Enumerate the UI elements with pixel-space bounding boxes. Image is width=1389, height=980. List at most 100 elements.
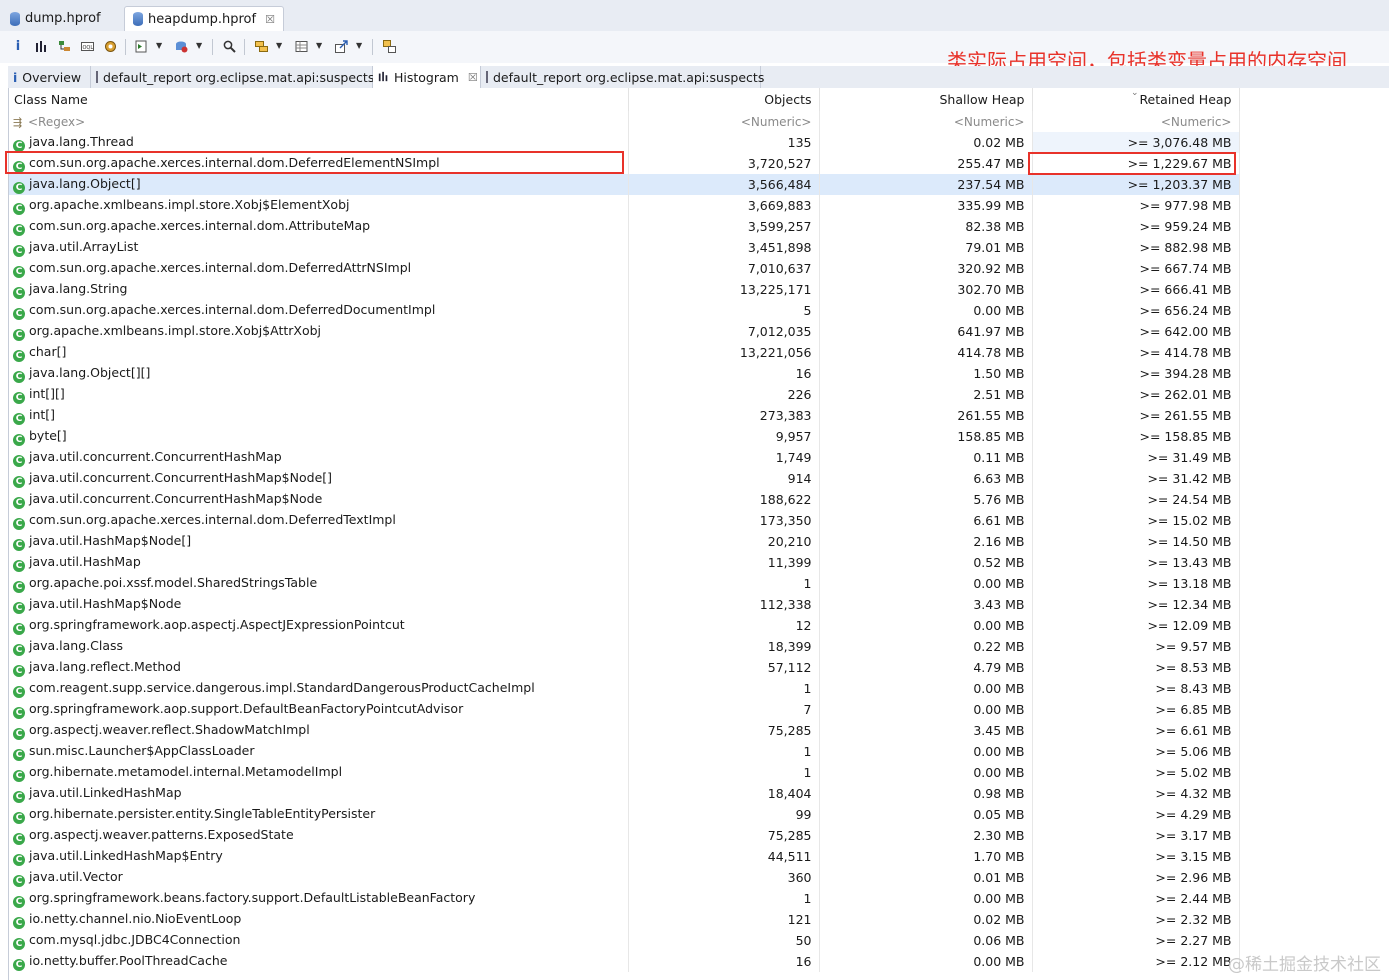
class-name-cell[interactable]: Cjava.util.concurrent.ConcurrentHashMap — [9, 447, 629, 468]
table-row[interactable]: Corg.springframework.aop.aspectj.AspectJ… — [9, 615, 1240, 636]
close-icon[interactable]: ☒ — [265, 13, 275, 26]
class-name-cell[interactable]: Ccom.sun.org.apache.xerces.internal.dom.… — [9, 258, 629, 279]
table-row[interactable]: Corg.aspectj.weaver.reflect.ShadowMatchI… — [9, 720, 1240, 741]
oql-icon[interactable]: OQL — [78, 37, 96, 55]
table-row[interactable]: Cint[][] 226 2.51 MB >= 262.01 MB — [9, 384, 1240, 405]
class-name-cell[interactable]: Cjava.lang.Thread — [9, 132, 629, 153]
chevron-down-icon[interactable]: ▼ — [316, 41, 322, 50]
class-name-cell[interactable]: Cio.netty.channel.nio.NioEventLoop — [9, 909, 629, 930]
table-row[interactable]: Ccom.sun.org.apache.xerces.internal.dom.… — [9, 300, 1240, 321]
chevron-down-icon[interactable]: ▼ — [156, 41, 162, 50]
class-name-cell[interactable]: Cjava.util.Vector — [9, 867, 629, 888]
table-row[interactable]: Cjava.lang.Object[] 3,566,484 237.54 MB >= … — [9, 174, 1240, 195]
editor-tab-dump[interactable]: dump.hprof — [2, 6, 109, 31]
class-name-cell[interactable]: Corg.apache.poi.xssf.model.SharedStrings… — [9, 573, 629, 594]
thread-overview-icon[interactable] — [101, 37, 119, 55]
class-name-cell[interactable]: Corg.hibernate.metamodel.internal.Metamo… — [9, 762, 629, 783]
table-row[interactable]: Cjava.util.Vector 360 0.01 MB >= 2.96 MB — [9, 867, 1240, 888]
class-name-cell[interactable]: Cjava.util.HashMap$Node[] — [9, 531, 629, 552]
regex-filter-cell[interactable]: ⇶ <Regex> — [9, 111, 629, 132]
class-name-cell[interactable]: Ccom.sun.org.apache.xerces.internal.dom.… — [9, 216, 629, 237]
numeric-filter-retained[interactable]: <Numeric> — [1032, 111, 1240, 132]
class-name-cell[interactable]: Cchar[] — [9, 342, 629, 363]
numeric-filter-objects[interactable]: <Numeric> — [628, 111, 820, 132]
table-row[interactable]: Corg.apache.poi.xssf.model.SharedStrings… — [9, 573, 1240, 594]
table-row[interactable]: Corg.hibernate.metamodel.internal.Metamo… — [9, 762, 1240, 783]
class-name-cell[interactable]: Corg.apache.xmlbeans.impl.store.Xobj$Att… — [9, 321, 629, 342]
calculate-retained-icon[interactable] — [292, 37, 310, 55]
class-name-cell[interactable]: Cjava.util.concurrent.ConcurrentHashMap$… — [9, 489, 629, 510]
run-report-icon[interactable] — [132, 37, 150, 55]
info-icon[interactable]: i — [9, 37, 27, 55]
editor-tab-heapdump[interactable]: heapdump.hprof ☒ — [124, 6, 284, 31]
class-name-cell[interactable]: Cjava.lang.reflect.Method — [9, 657, 629, 678]
class-name-cell[interactable]: Cjava.lang.Object[][] — [9, 363, 629, 384]
class-name-cell[interactable]: Ccom.reagent.supp.service.dangerous.impl… — [9, 678, 629, 699]
group-by-icon[interactable] — [252, 37, 270, 55]
table-row[interactable]: Cbyte[] 9,957 158.85 MB >= 158.85 MB — [9, 426, 1240, 447]
class-name-cell[interactable]: Cjava.util.LinkedHashMap$Entry — [9, 846, 629, 867]
class-name-cell[interactable]: Ccom.sun.org.apache.xerces.internal.dom.… — [9, 300, 629, 321]
table-row[interactable]: Cjava.lang.reflect.Method 57,112 4.79 MB >=… — [9, 657, 1240, 678]
table-row[interactable]: Cio.netty.buffer.PoolThreadCache 16 0.00 M… — [9, 951, 1240, 972]
class-name-cell[interactable]: Cjava.util.ArrayList — [9, 237, 629, 258]
table-row[interactable]: Corg.springframework.aop.support.Default… — [9, 699, 1240, 720]
table-row[interactable]: Ccom.mysql.jdbc.JDBC4Connection 50 0.06 MB… — [9, 930, 1240, 951]
numeric-filter-shallow[interactable]: <Numeric> — [819, 111, 1033, 132]
column-header-shallow-heap[interactable]: Shallow Heap — [819, 88, 1033, 111]
class-name-cell[interactable]: Ccom.mysql.jdbc.JDBC4Connection — [9, 930, 629, 951]
class-name-cell[interactable]: Corg.aspectj.weaver.reflect.ShadowMatchI… — [9, 720, 629, 741]
table-row[interactable]: Cint[] 273,383 261.55 MB >= 261.55 MB — [9, 405, 1240, 426]
class-name-cell[interactable]: Csun.misc.Launcher$AppClassLoader — [9, 741, 629, 762]
class-name-cell[interactable]: Corg.springframework.aop.aspectj.AspectJ… — [9, 615, 629, 636]
class-name-cell[interactable]: Corg.aspectj.weaver.patterns.ExposedStat… — [9, 825, 629, 846]
table-row[interactable]: Cjava.util.ArrayList 3,451,898 79.01 MB >= … — [9, 237, 1240, 258]
class-name-cell[interactable]: Corg.springframework.aop.support.Default… — [9, 699, 629, 720]
histogram-icon[interactable] — [32, 37, 50, 55]
class-name-cell[interactable]: Ccom.sun.org.apache.xerces.internal.dom.… — [9, 510, 629, 531]
compare-icon[interactable] — [380, 37, 398, 55]
class-name-cell[interactable]: Corg.apache.xmlbeans.impl.store.Xobj$Ele… — [9, 195, 629, 216]
table-row[interactable]: Cchar[] 13,221,056 414.78 MB >= 414.78 MB — [9, 342, 1240, 363]
query-browser-icon[interactable] — [172, 37, 190, 55]
table-row[interactable]: Ccom.sun.org.apache.xerces.internal.dom.… — [9, 258, 1240, 279]
class-name-cell[interactable]: Cio.netty.buffer.PoolThreadCache — [9, 951, 629, 972]
table-row[interactable]: Corg.hibernate.persister.entity.SingleTa… — [9, 804, 1240, 825]
table-row[interactable]: Corg.aspectj.weaver.patterns.ExposedStat… — [9, 825, 1240, 846]
class-name-cell[interactable]: Cint[][] — [9, 384, 629, 405]
chevron-down-icon[interactable]: ▼ — [196, 41, 202, 50]
class-name-cell[interactable]: Corg.springframework.beans.factory.suppo… — [9, 888, 629, 909]
chevron-down-icon[interactable]: ▼ — [276, 41, 282, 50]
table-row[interactable]: Corg.springframework.beans.factory.suppo… — [9, 888, 1240, 909]
class-name-cell[interactable]: Cjava.lang.Object[] — [9, 174, 629, 195]
chevron-down-icon[interactable]: ▼ — [356, 41, 362, 50]
table-row[interactable]: Cjava.util.HashMap$Node[] 20,210 2.16 MB >=… — [9, 531, 1240, 552]
table-row[interactable]: Cjava.util.HashMap$Node 112,338 3.43 MB >= … — [9, 594, 1240, 615]
tab-default-report-2[interactable]: default_report org.eclipse.mat.api:suspe… — [481, 66, 764, 88]
table-row[interactable]: Ccom.sun.org.apache.xerces.internal.dom.… — [9, 510, 1240, 531]
table-row[interactable]: Ccom.sun.org.apache.xerces.internal.dom.… — [9, 216, 1240, 237]
class-name-cell[interactable]: Cjava.lang.Class — [9, 636, 629, 657]
table-row[interactable]: Cjava.util.LinkedHashMap 18,404 0.98 MB >= … — [9, 783, 1240, 804]
class-name-cell[interactable]: Cjava.util.HashMap — [9, 552, 629, 573]
table-row[interactable]: Cjava.util.LinkedHashMap$Entry 44,511 1.70… — [9, 846, 1240, 867]
column-header-class-name[interactable]: Class Name — [9, 88, 629, 111]
class-name-cell[interactable]: Corg.hibernate.persister.entity.SingleTa… — [9, 804, 629, 825]
table-row[interactable]: Cjava.lang.Class 18,399 0.22 MB >= 9.57 MB — [9, 636, 1240, 657]
table-row[interactable]: Cjava.lang.Thread 135 0.02 MB >= 3,076.48 M… — [9, 132, 1240, 153]
class-name-cell[interactable]: Cjava.util.HashMap$Node — [9, 594, 629, 615]
class-name-cell[interactable]: Cjava.util.LinkedHashMap — [9, 783, 629, 804]
table-row[interactable]: Cjava.util.HashMap 11,399 0.52 MB >= 13.43 … — [9, 552, 1240, 573]
class-name-cell[interactable]: Cint[] — [9, 405, 629, 426]
class-name-cell[interactable]: Cbyte[] — [9, 426, 629, 447]
table-row[interactable]: Cio.netty.channel.nio.NioEventLoop 121 0.0… — [9, 909, 1240, 930]
column-header-objects[interactable]: Objects — [628, 88, 820, 111]
table-row[interactable]: Cjava.util.concurrent.ConcurrentHashMap$… — [9, 468, 1240, 489]
table-row[interactable]: Cjava.util.concurrent.ConcurrentHashMap 1… — [9, 447, 1240, 468]
tab-default-report-1[interactable]: default_report org.eclipse.mat.api:suspe… — [91, 66, 374, 88]
tab-overview[interactable]: i Overview — [8, 66, 91, 88]
export-icon[interactable] — [332, 37, 350, 55]
table-row[interactable]: Cjava.lang.String 13,225,171 302.70 MB >= 6… — [9, 279, 1240, 300]
table-row[interactable]: Cjava.util.concurrent.ConcurrentHashMap$… — [9, 489, 1240, 510]
tab-histogram[interactable]: Histogram ☒ — [373, 66, 481, 88]
